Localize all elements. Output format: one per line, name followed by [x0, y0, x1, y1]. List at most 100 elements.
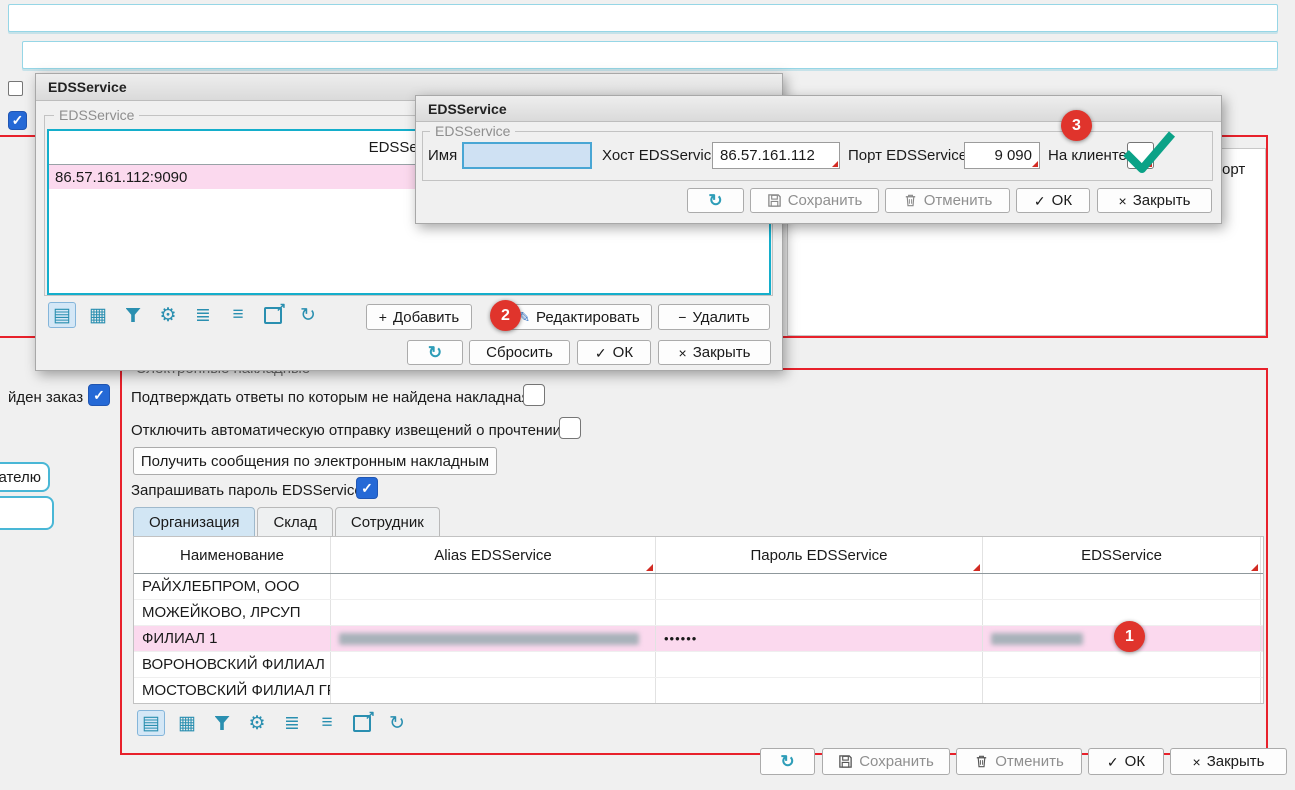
- close-icon: ×: [1119, 194, 1127, 208]
- save-label: Сохранить: [859, 753, 934, 770]
- ask-password-checkbox[interactable]: ✓: [356, 477, 378, 499]
- table-header: Наименование Alias EDSService Пароль EDS…: [134, 537, 1263, 574]
- name-input[interactable]: [462, 142, 592, 169]
- ok-button-main[interactable]: ✓ ОК: [1088, 748, 1164, 775]
- refresh-list-icon[interactable]: ↻: [295, 303, 321, 327]
- edit-label: Редактировать: [536, 309, 640, 326]
- tab-employee[interactable]: Сотрудник: [335, 507, 440, 536]
- close-button-main[interactable]: × Закрыть: [1170, 748, 1287, 775]
- row-select-icon[interactable]: ▤: [137, 710, 165, 736]
- get-messages-button[interactable]: Получить сообщения по электронным наклад…: [133, 447, 497, 475]
- delete-label: Удалить: [692, 309, 749, 326]
- port-input[interactable]: 9 090: [964, 142, 1040, 169]
- add-label: Добавить: [393, 309, 459, 326]
- annotation-number: 2: [501, 307, 510, 325]
- on-client-label: На клиенте: [1048, 147, 1127, 164]
- annotation-circle-3: 3: [1061, 110, 1092, 141]
- partial-button-label: ателю: [0, 469, 41, 486]
- column-header-alias[interactable]: Alias EDSService: [331, 537, 656, 573]
- filter-icon[interactable]: [209, 711, 235, 735]
- settings-icon[interactable]: ⚙: [155, 303, 181, 327]
- host-input[interactable]: 86.57.161.112: [712, 142, 840, 169]
- save-button-edit[interactable]: Сохранить: [750, 188, 879, 213]
- arrow-glyph: ↗: [365, 708, 375, 722]
- sort-glyph: ≡: [232, 304, 243, 326]
- trash-icon: [974, 754, 989, 769]
- check-icon: ✓: [12, 112, 24, 129]
- delete-button[interactable]: − Удалить: [658, 304, 770, 330]
- left-checkbox-unchecked[interactable]: [8, 81, 23, 96]
- cancel-button-main[interactable]: Отменить: [956, 748, 1082, 775]
- table-row[interactable]: МОСТОВСКИЙ ФИЛИАЛ ГРО: [134, 678, 1263, 704]
- top-text-field-2[interactable]: [22, 41, 1278, 69]
- table-row[interactable]: РАЙХЛЕБПРОМ, ООО: [134, 574, 1263, 600]
- cancel-button-edit[interactable]: Отменить: [885, 188, 1010, 213]
- numbered-list-icon[interactable]: ≣: [190, 303, 216, 327]
- trash-icon: [903, 193, 918, 208]
- confirm-no-invoice-checkbox[interactable]: [523, 384, 545, 406]
- refresh-button-list[interactable]: ↻: [407, 340, 463, 365]
- grid-view-icon[interactable]: ▦: [85, 303, 111, 327]
- check-icon: ✓: [1107, 755, 1119, 769]
- edit-button[interactable]: ✎ Редактировать: [506, 304, 652, 330]
- close-label: Закрыть: [1207, 753, 1265, 770]
- check-icon: ✓: [1034, 194, 1046, 208]
- filter-icon[interactable]: [120, 303, 146, 327]
- refresh-list-icon[interactable]: ↻: [384, 711, 410, 735]
- export-icon[interactable]: ↗: [349, 711, 375, 735]
- cell-alias: [331, 626, 656, 651]
- table-row[interactable]: МОЖЕЙКОВО, ЛРСУП: [134, 600, 1263, 626]
- column-label: EDSService: [1081, 547, 1162, 564]
- tab-organization[interactable]: Организация: [133, 507, 255, 536]
- reset-button[interactable]: Сбросить: [469, 340, 570, 365]
- numbered-list-icon[interactable]: ≣: [279, 711, 305, 735]
- refresh-button-main[interactable]: ↻: [760, 748, 815, 775]
- edit-dialog-titlebar[interactable]: EDSService: [416, 96, 1221, 122]
- grid-glyph: ▦: [89, 304, 107, 327]
- app-window: ✓ орт Электронные накладные Подтверждать…: [0, 0, 1295, 790]
- top-text-field-1[interactable]: [8, 4, 1278, 32]
- row-select-icon[interactable]: ▤: [48, 302, 76, 328]
- left-checkbox-checked[interactable]: ✓: [8, 111, 27, 130]
- column-header-eds[interactable]: EDSService: [983, 537, 1261, 573]
- grid-view-icon[interactable]: ▦: [174, 711, 200, 735]
- close-button-edit[interactable]: × Закрыть: [1097, 188, 1212, 213]
- close-button-list[interactable]: × Закрыть: [658, 340, 771, 365]
- table-row-selected[interactable]: ФИЛИАЛ 1 ••••••: [134, 626, 1263, 652]
- sort-list-icon[interactable]: ≡: [314, 711, 340, 735]
- refresh-icon: ↻: [780, 753, 794, 770]
- column-label: Наименование: [180, 547, 284, 564]
- refresh-button-edit[interactable]: ↻: [687, 188, 744, 213]
- add-button[interactable]: + Добавить: [366, 304, 472, 330]
- ok-label: ОК: [613, 344, 633, 361]
- table-row[interactable]: ВОРОНОВСКИЙ ФИЛИАЛ ГР: [134, 652, 1263, 678]
- check-icon: ✓: [595, 346, 607, 360]
- list-glyph: ≣: [195, 304, 211, 327]
- column-header-name[interactable]: Наименование: [134, 537, 331, 573]
- grid-glyph: ▦: [178, 712, 196, 735]
- export-icon[interactable]: ↗: [260, 303, 286, 327]
- sort-list-icon[interactable]: ≡: [225, 303, 251, 327]
- tab-warehouse[interactable]: Склад: [257, 507, 332, 536]
- ok-button-list[interactable]: ✓ ОК: [577, 340, 651, 365]
- tab-label: Организация: [149, 514, 239, 531]
- disable-read-notices-checkbox[interactable]: [559, 417, 581, 439]
- ok-button-edit[interactable]: ✓ ОК: [1016, 188, 1090, 213]
- partial-button-left-2[interactable]: [0, 496, 54, 530]
- partial-button-left[interactable]: ателю: [0, 462, 50, 492]
- save-button-main[interactable]: Сохранить: [822, 748, 950, 775]
- disable-read-notices-label: Отключить автоматическую отправку извеще…: [131, 422, 561, 439]
- edsservice-edit-dialog: EDSService EDSService Имя Хост EDSServic…: [415, 95, 1222, 224]
- order-found-checkbox[interactable]: ✓: [88, 384, 110, 406]
- port-label-fragment: орт: [1222, 161, 1245, 178]
- port-value: 9 090: [994, 147, 1032, 164]
- edit-dialog-title: EDSService: [428, 101, 507, 117]
- settings-icon[interactable]: ⚙: [244, 711, 270, 735]
- eds-row-value: 86.57.161.112:9090: [55, 169, 187, 186]
- eds-list-toolbar: ▤ ▦ ⚙ ≣ ≡ ↗ ↻: [48, 302, 321, 328]
- host-value: 86.57.161.112: [720, 147, 815, 164]
- organizations-table: Наименование Alias EDSService Пароль EDS…: [133, 536, 1264, 704]
- close-label: Закрыть: [693, 344, 751, 361]
- cancel-label: Отменить: [924, 192, 993, 209]
- column-header-password[interactable]: Пароль EDSService: [656, 537, 983, 573]
